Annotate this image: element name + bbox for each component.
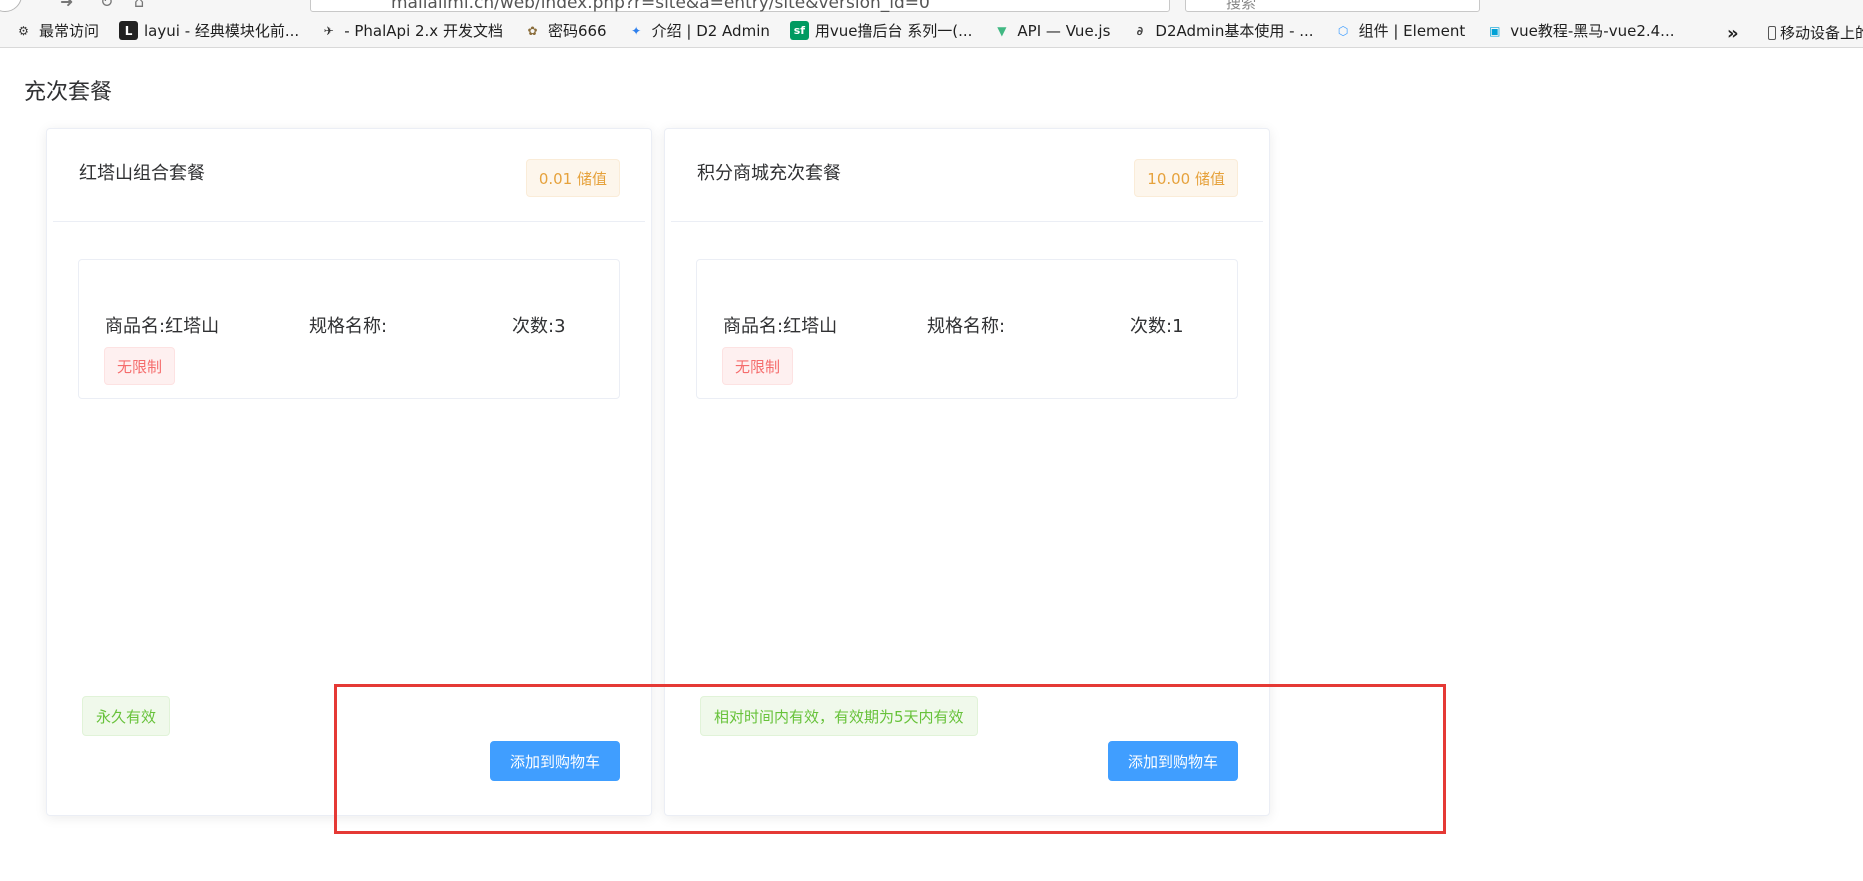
bookmark-5[interactable]: sf 用vue撸后台 系列一(... [789, 20, 973, 41]
add-to-cart-button[interactable]: 添加到购物车 [1108, 741, 1238, 781]
bookmark-1[interactable]: L layui - 经典模块化前... [119, 20, 299, 41]
validity-tag: 永久有效 [82, 696, 171, 736]
limit-tag: 无限制 [722, 347, 794, 385]
reload-icon[interactable]: ↻ [100, 0, 113, 11]
header-divider [671, 221, 1263, 222]
bookmark-6[interactable]: ▼ API — Vue.js [992, 21, 1110, 40]
bookmark-0[interactable]: ⚙ 最常访问 [14, 20, 99, 41]
bookmark-label: 介绍 | D2 Admin [651, 22, 770, 40]
mobile-icon [1768, 25, 1776, 40]
bookmark-label: API — Vue.js [1017, 21, 1111, 40]
item-product-name: 商品名:红塔山 [723, 316, 838, 337]
bookmark-8[interactable]: ⬡ 组件 | Element [1334, 20, 1466, 41]
package-card: 积分商城充次套餐 10.00 储值 商品名:红塔山 规格名称: 次数:1 无限制… [664, 128, 1270, 816]
browser-search-placeholder: 搜索 [1226, 0, 1257, 12]
bookmark-2[interactable]: ✈ - PhalApi 2.x 开发文档 [319, 20, 503, 41]
address-bar[interactable]: mallalimi.cn/web/index.php?r=site&a=entr… [310, 0, 1170, 13]
item-count: 次数:3 [512, 316, 566, 337]
mobile-bookmarks-label: 移动设备上的书签 [1780, 24, 1863, 42]
bookmark-label: 最常访问 [39, 22, 100, 40]
bookmark-label: D2Admin基本使用 - ... [1155, 22, 1314, 40]
phalapi-icon: ✈ [323, 23, 334, 38]
element-icon: ⬡ [1337, 23, 1349, 38]
back-button[interactable] [0, 0, 22, 12]
package-item: 商品名:红塔山 规格名称: 次数:1 无限制 [696, 259, 1238, 399]
package-card: 红塔山组合套餐 0.01 储值 商品名:红塔山 规格名称: 次数:3 无限制 永… [46, 128, 652, 816]
home-icon[interactable]: ⌂ [134, 0, 144, 11]
page-title: 充次套餐 [24, 80, 113, 105]
item-count: 次数:1 [1130, 316, 1184, 337]
add-to-cart-button[interactable]: 添加到购物车 [490, 741, 620, 781]
bookmark-3[interactable]: ✿ 密码666 [523, 20, 607, 41]
bookmarks-bar: ⚙ 最常访问 L layui - 经典模块化前... ✈ - PhalApi 2… [0, 14, 1863, 48]
bookmark-9[interactable]: ▣ vue教程-黑马-vue2.4... [1485, 20, 1674, 41]
bilibili-icon: ▣ [1489, 23, 1501, 38]
bookmark-label: vue教程-黑马-vue2.4... [1510, 22, 1675, 40]
browser-search-input[interactable]: 搜索 [1185, 0, 1480, 12]
password-icon: ✿ [527, 23, 538, 38]
vue-icon: ▼ [997, 23, 1007, 38]
package-name: 积分商城充次套餐 [697, 163, 841, 184]
bookmark-label: - PhalApi 2.x 开发文档 [344, 22, 503, 40]
bookmark-4[interactable]: ✦ 介绍 | D2 Admin [627, 20, 770, 41]
bookmark-label: layui - 经典模块化前... [144, 22, 300, 40]
validity-tag: 相对时间内有效，有效期为5天内有效 [700, 696, 978, 736]
gear-icon: ⚙ [18, 23, 29, 38]
bookmark-label: 密码666 [547, 22, 607, 40]
bookmarks-overflow-icon[interactable]: » [1727, 23, 1739, 44]
segmentfault-icon: sf [789, 21, 809, 40]
limit-tag: 无限制 [104, 347, 176, 385]
bookmark-label: 组件 | Element [1358, 22, 1466, 40]
price-tag: 10.00 储值 [1134, 159, 1238, 197]
url-text: mallalimi.cn/web/index.php?r=site&a=entr… [391, 0, 930, 13]
package-item: 商品名:红塔山 规格名称: 次数:3 无限制 [78, 259, 620, 399]
d2admin-icon: ✦ [631, 23, 642, 38]
forward-icon[interactable]: ➜ [60, 0, 73, 11]
bookmark-label: 用vue撸后台 系列一(... [814, 22, 973, 40]
browser-toolbar: ➜ ↻ ⌂ mallalimi.cn/web/index.php?r=site&… [0, 0, 1863, 14]
layui-icon: L [119, 21, 139, 40]
package-name: 红塔山组合套餐 [79, 163, 205, 184]
item-spec-name: 规格名称: [309, 316, 388, 337]
bookmark-7[interactable]: ∂ D2Admin基本使用 - ... [1130, 20, 1314, 41]
mobile-bookmarks[interactable]: 移动设备上的书签 [1768, 22, 1863, 43]
header-divider [53, 221, 645, 222]
item-product-name: 商品名:红塔山 [105, 316, 220, 337]
card-header: 红塔山组合套餐 0.01 储值 [47, 129, 651, 222]
item-spec-name: 规格名称: [927, 316, 1006, 337]
card-header: 积分商城充次套餐 10.00 储值 [665, 129, 1269, 222]
price-tag: 0.01 储值 [525, 159, 620, 197]
d2admin-doc-icon: ∂ [1136, 23, 1144, 38]
